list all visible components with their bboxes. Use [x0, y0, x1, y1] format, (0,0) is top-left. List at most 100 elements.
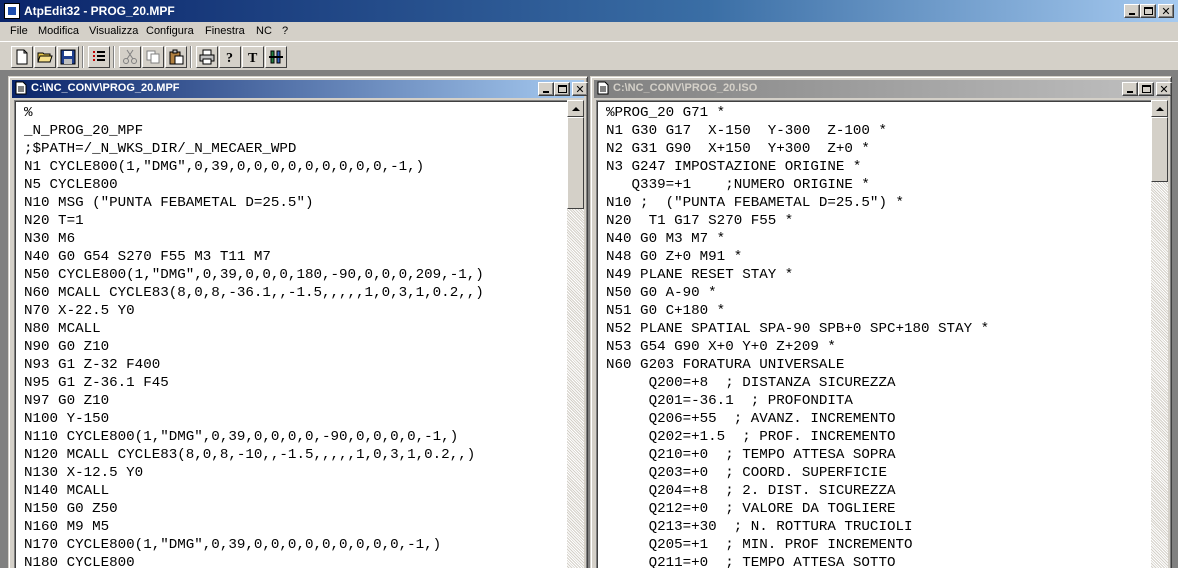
- code-line[interactable]: N53 G54 G90 X+0 Y+0 Z+209 *: [597, 338, 1151, 356]
- code-line[interactable]: Q203=+0 ; COORD. SUPERFICIE: [597, 464, 1151, 482]
- menu-configura[interactable]: Configura: [146, 25, 194, 37]
- window-title-bar[interactable]: C:\NC_CONV\PROG_20.MPF ✕: [12, 80, 588, 98]
- code-line[interactable]: Q205=+1 ; MIN. PROF INCREMENTO: [597, 536, 1151, 554]
- arrow-up-icon: [1155, 106, 1164, 111]
- maximize-button[interactable]: [554, 82, 570, 96]
- app-title-bar[interactable]: AtpEdit32 - PROG_20.MPF ✕: [0, 0, 1178, 22]
- code-line[interactable]: N40 G0 M3 M7 *: [597, 230, 1151, 248]
- print-button[interactable]: [196, 46, 218, 68]
- cut-button[interactable]: [119, 46, 141, 68]
- code-line[interactable]: Q211=+0 ; TEMPO ATTESA SOTTO: [597, 554, 1151, 568]
- code-line[interactable]: ;$PATH=/_N_WKS_DIR/_N_MECAER_WPD: [15, 140, 567, 158]
- code-line[interactable]: N110 CYCLE800(1,"DMG",0,39,0,0,0,0,-90,0…: [15, 428, 567, 446]
- code-line[interactable]: N60 G203 FORATURA UNIVERSALE: [597, 356, 1151, 374]
- code-line[interactable]: N97 G0 Z10: [15, 392, 567, 410]
- close-button[interactable]: ✕: [572, 82, 588, 96]
- minimize-button[interactable]: [538, 82, 554, 96]
- code-line[interactable]: N51 G0 C+180 *: [597, 302, 1151, 320]
- code-line[interactable]: N48 G0 Z+0 M91 *: [597, 248, 1151, 266]
- code-line[interactable]: Q339=+1 ;NUMERO ORIGINE *: [597, 176, 1151, 194]
- code-line[interactable]: %: [15, 104, 567, 122]
- code-line[interactable]: N60 MCALL CYCLE83(8,0,8,-36.1,,-1.5,,,,,…: [15, 284, 567, 302]
- vertical-scrollbar[interactable]: [1151, 100, 1168, 568]
- code-line[interactable]: Q210=+0 ; TEMPO ATTESA SOPRA: [597, 446, 1151, 464]
- code-line[interactable]: N170 CYCLE800(1,"DMG",0,39,0,0,0,0,0,0,0…: [15, 536, 567, 554]
- close-button[interactable]: ✕: [1156, 82, 1172, 96]
- code-line[interactable]: N120 MCALL CYCLE83(8,0,8,-10,,-1.5,,,,,1…: [15, 446, 567, 464]
- editor-window-mpf[interactable]: C:\NC_CONV\PROG_20.MPF ✕ % _N_PROG_20_MPF…: [8, 76, 588, 568]
- text-button[interactable]: T: [242, 46, 264, 68]
- help-button[interactable]: ?: [219, 46, 241, 68]
- code-line[interactable]: N95 G1 Z-36.1 F45: [15, 374, 567, 392]
- code-line[interactable]: Q204=+8 ; 2. DIST. SICUREZZA: [597, 482, 1151, 500]
- save-button[interactable]: [57, 46, 79, 68]
- save-icon: [60, 49, 76, 65]
- code-line[interactable]: N20 T1 G17 S270 F55 *: [597, 212, 1151, 230]
- window-title-bar[interactable]: C:\NC_CONV\PROG_20.ISO ✕: [594, 80, 1172, 98]
- scroll-thumb[interactable]: [567, 117, 584, 209]
- code-line[interactable]: N150 G0 Z50: [15, 500, 567, 518]
- code-line[interactable]: _N_PROG_20_MPF: [15, 122, 567, 140]
- scroll-up-button[interactable]: [567, 100, 584, 117]
- menu-help[interactable]: ?: [282, 25, 288, 37]
- code-line[interactable]: N70 X-22.5 Y0: [15, 302, 567, 320]
- code-line[interactable]: N50 CYCLE800(1,"DMG",0,39,0,0,0,180,-90,…: [15, 266, 567, 284]
- scroll-thumb[interactable]: [1151, 117, 1168, 182]
- code-line[interactable]: N90 G0 Z10: [15, 338, 567, 356]
- code-line[interactable]: Q206=+55 ; AVANZ. INCREMENTO: [597, 410, 1151, 428]
- app-icon[interactable]: [4, 3, 20, 19]
- code-line[interactable]: %PROG_20 G71 *: [597, 104, 1151, 122]
- code-line[interactable]: N30 M6: [15, 230, 567, 248]
- code-line[interactable]: N1 G30 G17 X-150 Y-300 Z-100 *: [597, 122, 1151, 140]
- tools-icon: [269, 50, 283, 64]
- maximize-button[interactable]: [1138, 82, 1154, 96]
- menu-nc[interactable]: NC: [256, 25, 272, 37]
- code-line[interactable]: N10 ; ("PUNTA FEBAMETAL D=25.5") *: [597, 194, 1151, 212]
- code-line[interactable]: N49 PLANE RESET STAY *: [597, 266, 1151, 284]
- code-line[interactable]: Q200=+8 ; DISTANZA SICUREZZA: [597, 374, 1151, 392]
- new-file-button[interactable]: [11, 46, 33, 68]
- code-line[interactable]: N180 CYCLE800: [15, 554, 567, 568]
- code-line[interactable]: N100 Y-150: [15, 410, 567, 428]
- code-line[interactable]: N1 CYCLE800(1,"DMG",0,39,0,0,0,0,0,0,0,0…: [15, 158, 567, 176]
- code-text[interactable]: %PROG_20 G71 * N1 G30 G17 X-150 Y-300 Z-1…: [597, 101, 1151, 568]
- code-line[interactable]: N50 G0 A-90 *: [597, 284, 1151, 302]
- menu-finestra[interactable]: Finestra: [205, 25, 245, 37]
- code-line[interactable]: N130 X-12.5 Y0: [15, 464, 567, 482]
- code-line[interactable]: Q213=+30 ; N. ROTTURA TRUCIOLI: [597, 518, 1151, 536]
- window-title: C:\NC_CONV\PROG_20.MPF: [31, 82, 180, 94]
- menu-visualizza[interactable]: Visualizza: [89, 25, 138, 37]
- close-button[interactable]: ✕: [1158, 4, 1174, 18]
- list-button[interactable]: [88, 46, 110, 68]
- code-line[interactable]: N93 G1 Z-32 F400: [15, 356, 567, 374]
- copy-button[interactable]: [142, 46, 164, 68]
- menu-modifica[interactable]: Modifica: [38, 25, 79, 37]
- code-line[interactable]: N140 MCALL: [15, 482, 567, 500]
- code-text[interactable]: % _N_PROG_20_MPF ;$PATH=/_N_WKS_DIR/_N_MEC…: [15, 101, 567, 568]
- minimize-button[interactable]: [1124, 4, 1140, 18]
- minimize-button[interactable]: [1122, 82, 1138, 96]
- restore-button[interactable]: [1140, 4, 1156, 18]
- menu-file[interactable]: File: [10, 25, 28, 37]
- code-line[interactable]: N80 MCALL: [15, 320, 567, 338]
- code-line[interactable]: Q212=+0 ; VALORE DA TOGLIERE: [597, 500, 1151, 518]
- code-line[interactable]: N160 M9 M5: [15, 518, 567, 536]
- code-line[interactable]: N3 G247 IMPOSTAZIONE ORIGINE *: [597, 158, 1151, 176]
- paste-button[interactable]: [165, 46, 187, 68]
- editor-window-iso[interactable]: C:\NC_CONV\PROG_20.ISO ✕ %PROG_20 G71 * N…: [590, 76, 1172, 568]
- code-line[interactable]: N52 PLANE SPATIAL SPA-90 SPB+0 SPC+180 S…: [597, 320, 1151, 338]
- code-line[interactable]: Q202=+1.5 ; PROF. INCREMENTO: [597, 428, 1151, 446]
- code-line[interactable]: N2 G31 G90 X+150 Y+300 Z+0 *: [597, 140, 1151, 158]
- code-line[interactable]: N20 T=1: [15, 212, 567, 230]
- tools-button[interactable]: [265, 46, 287, 68]
- code-editor[interactable]: %PROG_20 G71 * N1 G30 G17 X-150 Y-300 Z-1…: [596, 100, 1151, 568]
- scroll-up-button[interactable]: [1151, 100, 1168, 117]
- code-editor[interactable]: % _N_PROG_20_MPF ;$PATH=/_N_WKS_DIR/_N_MEC…: [14, 100, 567, 568]
- code-line[interactable]: N10 MSG ("PUNTA FEBAMETAL D=25.5"): [15, 194, 567, 212]
- code-line[interactable]: N5 CYCLE800: [15, 176, 567, 194]
- vertical-scrollbar[interactable]: [567, 100, 584, 568]
- code-line[interactable]: N40 G0 G54 S270 F55 M3 T11 M7: [15, 248, 567, 266]
- maximize-icon: [1141, 85, 1151, 93]
- code-line[interactable]: Q201=-36.1 ; PROFONDITA: [597, 392, 1151, 410]
- open-button[interactable]: [34, 46, 56, 68]
